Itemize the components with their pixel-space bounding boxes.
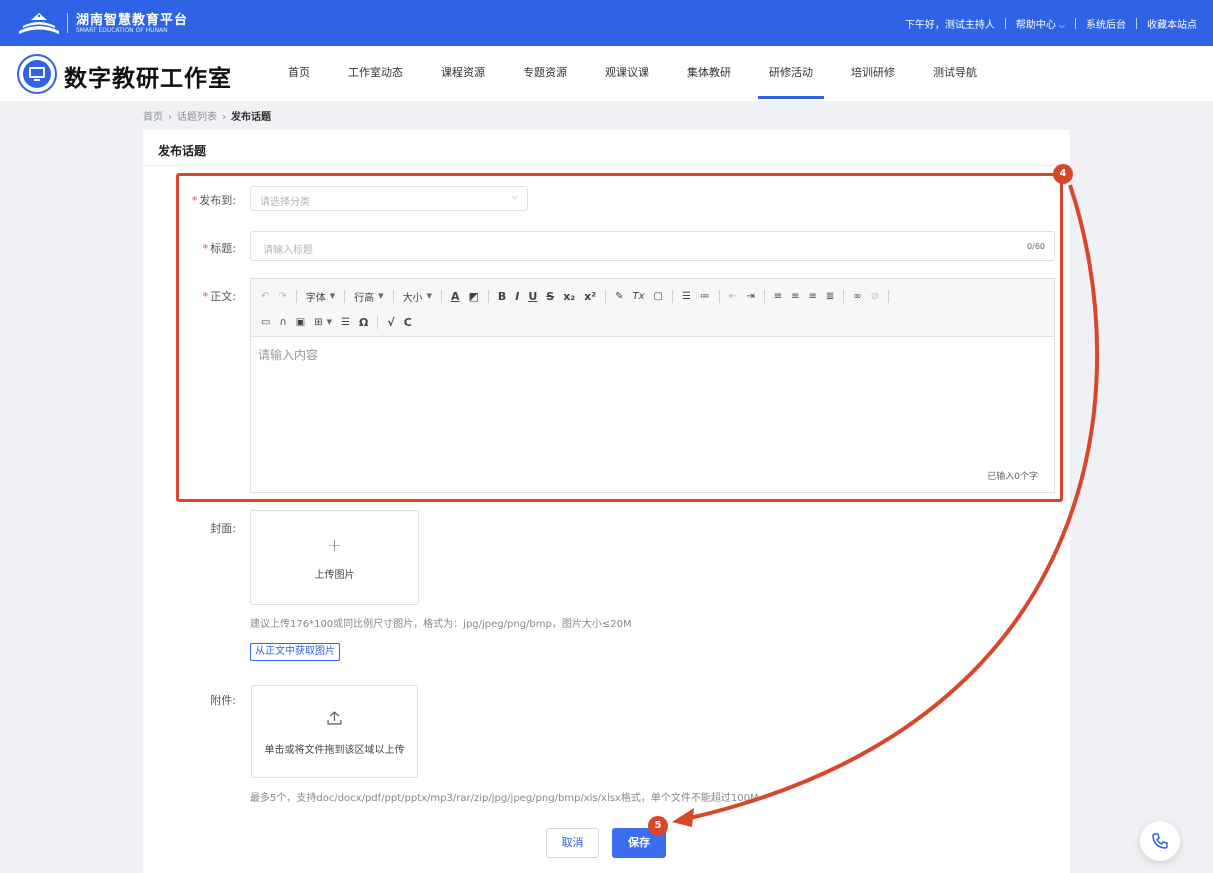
breadcrumb-home[interactable]: 首页 — [143, 112, 163, 123]
contact-float-button[interactable] — [1140, 821, 1180, 861]
cancel-button[interactable]: 取消 — [546, 828, 599, 858]
separator — [1136, 18, 1137, 29]
phone-icon — [1152, 833, 1168, 849]
help-center-menu[interactable]: 帮助中心 ⌵ — [1016, 16, 1065, 31]
step-5-badge: 5 — [648, 816, 668, 836]
cover-upload-text: 上传图片 — [314, 570, 355, 581]
nav-item-training[interactable]: 培训研修 — [840, 46, 906, 101]
get-image-from-body-button[interactable]: 从正文中获取图片 — [250, 643, 340, 661]
nav-item-studio-news[interactable]: 工作室动态 — [337, 46, 414, 101]
divider — [143, 165, 1070, 166]
page-title: 发布话题 — [158, 144, 207, 158]
attachment-upload[interactable]: 单击或将文件拖到该区域以上传 — [251, 685, 418, 778]
separator — [1004, 18, 1006, 29]
attachment-upload-text: 单击或将文件拖到该区域以上传 — [264, 745, 405, 756]
breadcrumb-topic-list[interactable]: 话题列表 — [177, 112, 217, 123]
nav-item-collective-research[interactable]: 集体教研 — [676, 46, 742, 101]
nav-item-test-nav[interactable]: 测试导航 — [922, 46, 988, 101]
studio-seal-icon — [17, 54, 57, 94]
breadcrumb-separator: › — [222, 112, 226, 123]
cover-upload[interactable]: + 上传图片 — [250, 510, 419, 605]
platform-logo-icon — [19, 13, 59, 34]
breadcrumb-current: 发布话题 — [231, 112, 271, 123]
upload-icon — [327, 711, 342, 725]
nav-item-topic-resources[interactable]: 专题资源 — [512, 46, 578, 101]
separator — [1075, 18, 1076, 29]
nav-item-course-resources[interactable]: 课程资源 — [430, 46, 496, 101]
system-backend-link[interactable]: 系统后台 — [1086, 16, 1126, 31]
chevron-down-icon: ⌵ — [1058, 21, 1065, 30]
topbar-divider — [67, 13, 68, 33]
studio-name: 数字教研工作室 — [64, 65, 232, 92]
attachment-hint: 最多5个，支持doc/docx/pdf/ppt/pptx/mp3/rar/zip… — [250, 793, 759, 804]
cover-hint: 建议上传176*100或同比例尺寸图片，格式为：jpg/jpeg/png/bmp… — [250, 619, 632, 630]
attachment-label: 附件: — [210, 694, 236, 707]
cover-label: 封面: — [210, 522, 236, 535]
step-4-badge: 4 — [1053, 164, 1073, 184]
nav-item-home[interactable]: 首页 — [277, 46, 321, 101]
platform-name: 湖南智慧教育平台 — [76, 13, 189, 28]
site-header: 数字教研工作室 首页 工作室动态 课程资源 专题资源 观课议课 集体教研 研修活… — [0, 46, 1213, 101]
help-center-label: 帮助中心 — [1015, 20, 1056, 31]
top-bar: 湖南智慧教育平台 SMART EDUCATION OF HUNAN 下午好，测试… — [0, 0, 1213, 46]
main-nav: 首页 工作室动态 课程资源 专题资源 观课议课 集体教研 研修活动 培训研修 测… — [277, 46, 1004, 101]
step-4-highlight-box — [176, 173, 1063, 502]
bookmark-site-link[interactable]: 收藏本站点 — [1147, 16, 1197, 31]
user-greeting[interactable]: 下午好，测试主持人 — [905, 16, 995, 31]
nav-item-lesson-observation[interactable]: 观课议课 — [594, 46, 660, 101]
nav-item-research-activities[interactable]: 研修活动 — [758, 46, 824, 101]
topbar-links: 下午好，测试主持人 帮助中心 ⌵ 系统后台 收藏本站点 — [905, 16, 1197, 31]
breadcrumb-separator: › — [168, 112, 172, 123]
breadcrumb: 首页 › 话题列表 › 发布话题 — [143, 108, 271, 123]
platform-name-en: SMART EDUCATION OF HUNAN — [76, 27, 168, 34]
plus-icon: + — [326, 535, 343, 556]
